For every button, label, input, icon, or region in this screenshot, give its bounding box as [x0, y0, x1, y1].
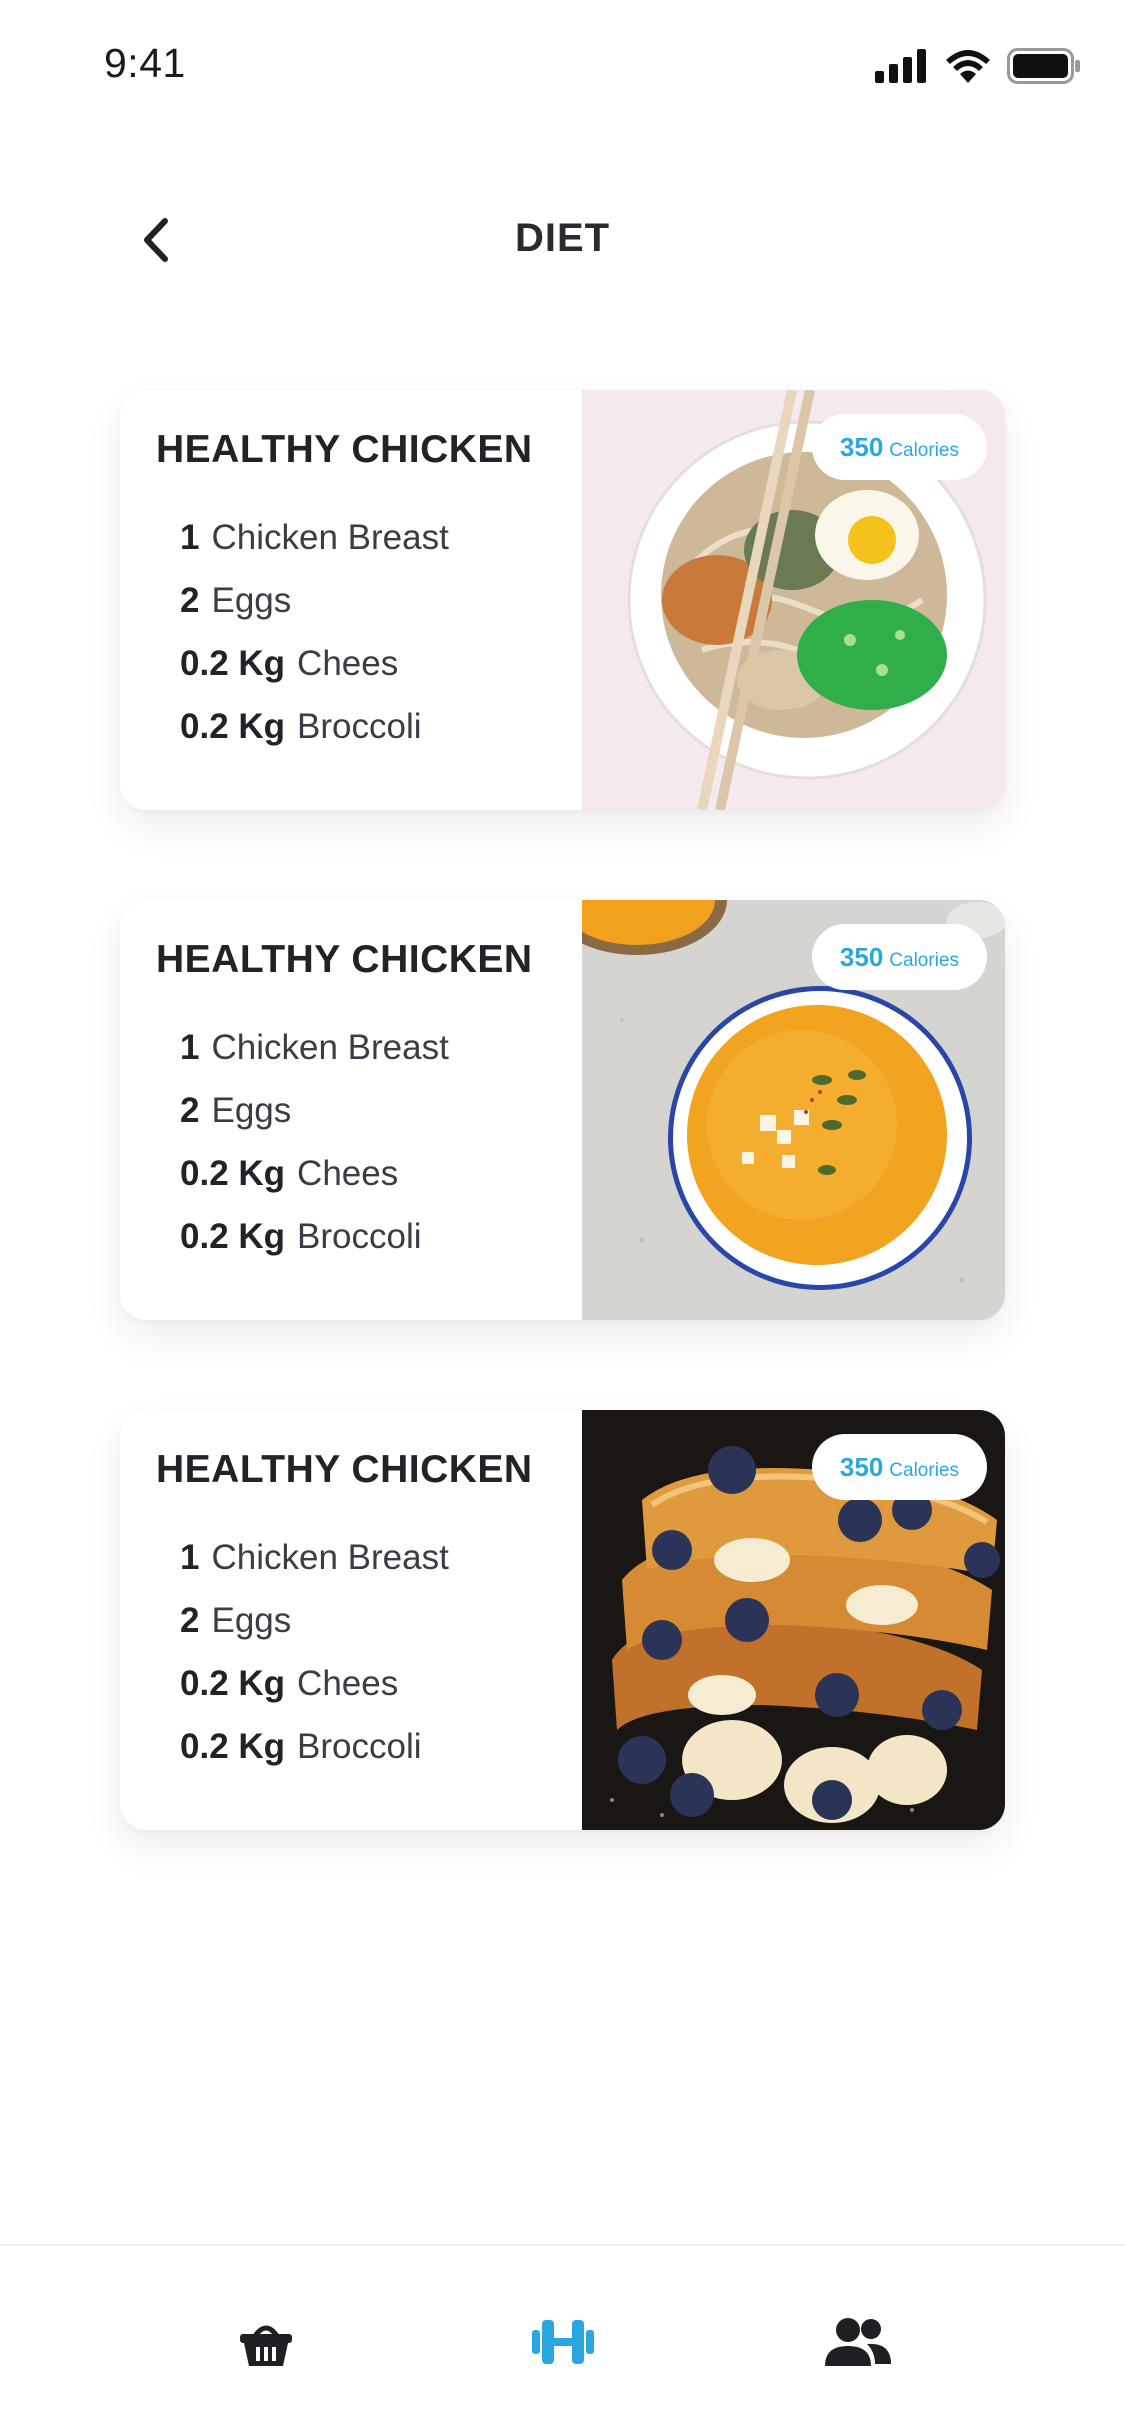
calorie-badge: 350 Calories	[811, 414, 987, 480]
ingredient-item: 0.2 Kg Chees	[180, 632, 576, 695]
basket-icon	[240, 2325, 292, 2366]
calorie-badge: 350 Calories	[811, 924, 987, 990]
bottom-nav	[0, 2244, 1125, 2436]
ingredient-name: Chees	[297, 1663, 399, 1703]
dumbbell-icon	[532, 2320, 594, 2364]
status-icons	[875, 48, 1081, 89]
ingredient-name: Chees	[297, 643, 399, 683]
status-bar: 9:41	[0, 0, 1125, 132]
calorie-value: 350	[839, 1452, 884, 1482]
ingredient-name: Chicken Breast	[211, 1027, 449, 1067]
page-title: DIET	[514, 216, 611, 260]
card-text: HEALTHY CHICKEN 1 Chicken Breast 2 Eggs 0.…	[156, 428, 576, 758]
status-time: 9:41	[104, 40, 186, 86]
battery-icon	[1007, 48, 1081, 89]
ingredient-name: Chees	[297, 1153, 399, 1193]
nav-item-people[interactable]	[818, 2302, 898, 2382]
french-toast-photo: 350 Calories	[582, 1410, 1005, 1830]
ingredient-item: 1 Chicken Breast	[180, 1526, 576, 1589]
ingredient-list: 1 Chicken Breast 2 Eggs 0.2 Kg Chees 0.2 Kg…	[180, 506, 576, 758]
card-title: HEALTHY CHICKEN	[156, 1448, 533, 1491]
diet-card[interactable]: HEALTHY CHICKEN 1 Chicken Breast 2 Eggs 0.…	[120, 900, 1005, 1320]
ingredient-qty: 0.2 Kg	[180, 1726, 286, 1766]
ingredient-name: Eggs	[211, 1090, 292, 1130]
ingredient-qty: 0.2 Kg	[180, 1153, 286, 1193]
card-title: HEALTHY CHICKEN	[156, 428, 533, 471]
ingredient-qty: 0.2 Kg	[180, 706, 286, 746]
calorie-unit: Calories	[889, 1460, 959, 1481]
card-title: HEALTHY CHICKEN	[156, 938, 533, 981]
diet-screen: 9:41 DIET HEALTHY CHICKEN 1 Chicken Brea…	[0, 0, 1125, 2436]
ingredient-qty: 1	[180, 1027, 200, 1067]
diet-card[interactable]: HEALTHY CHICKEN 1 Chicken Breast 2 Eggs 0.…	[120, 1410, 1005, 1830]
calorie-unit: Calories	[889, 950, 959, 971]
calorie-unit: Calories	[889, 440, 959, 461]
ingredient-name: Broccoli	[297, 1216, 422, 1256]
ingredient-qty: 1	[180, 1537, 200, 1577]
ingredient-qty: 2	[180, 1090, 200, 1130]
ingredient-item: 0.2 Kg Chees	[180, 1142, 576, 1205]
ingredient-item: 1 Chicken Breast	[180, 506, 576, 569]
ingredient-qty: 1	[180, 517, 200, 557]
pumpkin-soup-photo: 350 Calories	[582, 900, 1005, 1320]
ingredient-item: 1 Chicken Breast	[180, 1016, 576, 1079]
ramen-bowl-photo: 350 Calories	[582, 390, 1005, 810]
people-icon	[825, 2318, 891, 2366]
ingredient-qty: 2	[180, 580, 200, 620]
ingredient-item: 2 Eggs	[180, 1589, 576, 1652]
calorie-value: 350	[839, 432, 884, 462]
ingredient-list: 1 Chicken Breast 2 Eggs 0.2 Kg Chees 0.2 Kg…	[180, 1016, 576, 1268]
ingredient-list: 1 Chicken Breast 2 Eggs 0.2 Kg Chees 0.2 Kg…	[180, 1526, 576, 1778]
ingredient-item: 0.2 Kg Broccoli	[180, 1715, 576, 1778]
ingredient-item: 0.2 Kg Chees	[180, 1652, 576, 1715]
ingredient-item: 2 Eggs	[180, 569, 576, 632]
card-text: HEALTHY CHICKEN 1 Chicken Breast 2 Eggs 0.…	[156, 1448, 576, 1778]
ingredient-qty: 2	[180, 1600, 200, 1640]
ingredient-name: Eggs	[211, 1600, 292, 1640]
ingredient-name: Chicken Breast	[211, 517, 449, 557]
wifi-icon	[945, 49, 991, 88]
nav-item-workout[interactable]	[523, 2302, 603, 2382]
ingredient-qty: 0.2 Kg	[180, 643, 286, 683]
ingredient-name: Broccoli	[297, 706, 422, 746]
calorie-value: 350	[839, 942, 884, 972]
card-text: HEALTHY CHICKEN 1 Chicken Breast 2 Eggs 0.…	[156, 938, 576, 1268]
ingredient-name: Eggs	[211, 580, 292, 620]
ingredient-qty: 0.2 Kg	[180, 1663, 286, 1703]
ingredient-name: Broccoli	[297, 1726, 422, 1766]
ingredient-item: 2 Eggs	[180, 1079, 576, 1142]
ingredient-name: Chicken Breast	[211, 1537, 449, 1577]
ingredient-item: 0.2 Kg Broccoli	[180, 695, 576, 758]
header: DIET	[0, 200, 1125, 280]
ingredient-item: 0.2 Kg Broccoli	[180, 1205, 576, 1268]
diet-card[interactable]: HEALTHY CHICKEN 1 Chicken Breast 2 Eggs 0.…	[120, 390, 1005, 810]
signal-icon	[875, 49, 929, 88]
nav-item-basket[interactable]	[226, 2302, 306, 2382]
ingredient-qty: 0.2 Kg	[180, 1216, 286, 1256]
calorie-badge: 350 Calories	[811, 1434, 987, 1500]
